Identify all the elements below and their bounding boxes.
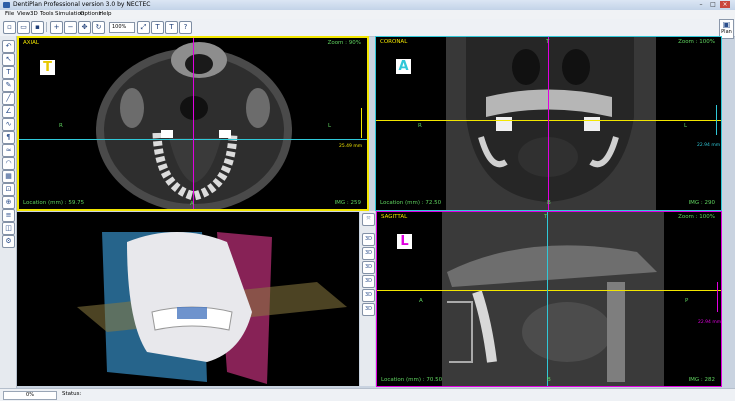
axial-zoom: Zoom : 90% [327, 40, 361, 46]
sagittal-vertical-crosshair[interactable] [547, 212, 548, 386]
menu-help[interactable]: Help [99, 11, 112, 17]
coronal-vertical-crosshair[interactable] [548, 37, 549, 210]
axial-measure: 25.49 mm [339, 144, 363, 149]
menu-view[interactable]: View [17, 11, 30, 17]
minimize-button[interactable]: – [696, 1, 706, 8]
view-3d-icon[interactable]: 3D [362, 261, 375, 274]
fit-view-icon[interactable]: ⤢ [137, 21, 150, 34]
axial-title: AXIAL [23, 40, 39, 46]
coronal-bottom-label: B [547, 200, 551, 206]
angle-icon[interactable]: ∠ [2, 105, 15, 118]
sagittal-title: SAGITTAL [381, 214, 408, 220]
save-icon[interactable]: ▪ [31, 21, 44, 34]
coronal-zoom: Zoom : 100% [678, 39, 715, 45]
maximize-button[interactable]: □ [708, 1, 718, 8]
menu-3d[interactable]: 3D [30, 11, 38, 17]
view-3d-icon[interactable]: 3D [362, 247, 375, 260]
rotate-3d-icon[interactable]: ⤧ [362, 213, 375, 226]
sagittal-right-label: P [685, 298, 689, 304]
sagittal-ct-slice [442, 212, 664, 386]
axial-location: Location (mm) : 59.75 [23, 200, 85, 206]
coronal-orientation-letter: A [396, 59, 411, 74]
plan-icon: ▣ [722, 20, 731, 29]
sagittal-measure: 22.94 mm [698, 320, 722, 325]
menu-file[interactable]: File [5, 11, 14, 17]
panoramic-icon[interactable]: ◠ [2, 157, 15, 170]
plan-label: Plan [721, 29, 732, 35]
sagittal-left-label: A [419, 298, 423, 304]
3d-skull-render [77, 232, 347, 384]
axial-view[interactable]: AXIAL Zoom : 90% T R L A 25.49 mm Locati… [17, 36, 369, 211]
menu-tools[interactable]: Tools [40, 11, 54, 17]
sagittal-location: Location (mm) : 70.50 [381, 377, 443, 383]
status-text: Status: [62, 391, 82, 397]
axial-vertical-crosshair[interactable] [193, 38, 194, 209]
view-3d-icon[interactable]: 3D [362, 233, 375, 246]
zoom-select[interactable]: 100% [109, 22, 135, 33]
pencil-icon[interactable]: ✎ [2, 79, 15, 92]
layers-icon[interactable]: ≡ [2, 209, 15, 222]
view-toolbox: ⤧ 3D 3D 3D 3D 3D 3D [360, 211, 375, 386]
implant-icon[interactable]: ¶ [2, 131, 15, 144]
sagittal-horizontal-crosshair[interactable] [377, 290, 721, 291]
left-toolbox: ↶ ↖ T ✎ ╱ ∠ ∿ ¶ ≈ ◠ ▦ ⊡ ⊕ ≡ ◫ ⚙ [0, 36, 17, 388]
bone-icon[interactable]: ⊕ [2, 196, 15, 209]
sagittal-bottom-label: B [547, 377, 551, 383]
pan-icon[interactable]: ✥ [78, 21, 91, 34]
undo-icon[interactable]: ↶ [2, 40, 15, 53]
status-bar: 0% Status: [0, 388, 735, 401]
segment-icon[interactable]: ◫ [2, 222, 15, 235]
axial-scale-bar [357, 108, 362, 138]
rotate-icon[interactable]: ↻ [92, 21, 105, 34]
window-title: DentiPlan Professional version 3.0 by NE… [13, 1, 151, 8]
ruler-icon[interactable]: ╱ [2, 92, 15, 105]
toolbar-separator [46, 22, 47, 32]
text-tool-icon[interactable]: T [2, 66, 15, 79]
sagittal-zoom: Zoom : 100% [678, 214, 715, 220]
pointer-icon[interactable]: ↖ [2, 53, 15, 66]
new-file-icon[interactable]: ▫ [3, 21, 16, 34]
text-annotation-icon[interactable]: T [151, 21, 164, 34]
coronal-title: CORONAL [380, 39, 408, 45]
axial-img-number: IMG : 259 [334, 200, 361, 206]
coronal-right-label: L [684, 123, 688, 129]
crop-icon[interactable]: ⊡ [2, 183, 15, 196]
zoom-out-icon[interactable]: − [64, 21, 77, 34]
coronal-view[interactable]: CORONAL Zoom : 100% T A R L B 22.94 mm L… [375, 36, 722, 211]
coronal-left-label: R [418, 123, 422, 129]
coronal-top-label: T [546, 39, 550, 45]
density-icon[interactable]: ▦ [2, 170, 15, 183]
zoom-in-icon[interactable]: + [50, 21, 63, 34]
view-3d-icon[interactable]: 3D [362, 289, 375, 302]
app-icon [3, 2, 10, 8]
curve-icon[interactable]: ∿ [2, 118, 15, 131]
sagittal-img-number: IMG : 282 [688, 377, 715, 383]
axial-left-label: R [59, 123, 63, 129]
progress-bar: 0% [3, 391, 57, 400]
settings-icon[interactable]: ⚙ [2, 235, 15, 248]
toolbar: ▫ ▭ ▪ + − ✥ ↻ 100% ⤢ T T ? [0, 19, 735, 37]
axial-right-label: L [328, 123, 332, 129]
text-help-icon[interactable]: T [165, 21, 178, 34]
close-button[interactable]: × [720, 1, 730, 8]
coronal-scale-bar [712, 105, 717, 135]
open-folder-icon[interactable]: ▭ [17, 21, 30, 34]
view-3d-icon[interactable]: 3D [362, 275, 375, 288]
coronal-img-number: IMG : 290 [688, 200, 715, 206]
sagittal-view[interactable]: SAGITTAL Zoom : 100% T L A P B 22.94 mm … [376, 211, 722, 387]
view-3d-icon[interactable]: 3D [362, 303, 375, 316]
3d-view[interactable] [17, 212, 359, 386]
axial-orientation-letter: T [40, 60, 55, 75]
sagittal-orientation-letter: L [397, 234, 412, 249]
coronal-location: Location (mm) : 72.50 [380, 200, 442, 206]
help-icon[interactable]: ? [179, 21, 192, 34]
nerve-icon[interactable]: ≈ [2, 144, 15, 157]
axial-bottom-label: A [190, 201, 194, 207]
sagittal-top-label: T [544, 214, 548, 220]
sagittal-scale-bar [713, 282, 718, 312]
coronal-measure: 22.94 mm [697, 143, 721, 148]
